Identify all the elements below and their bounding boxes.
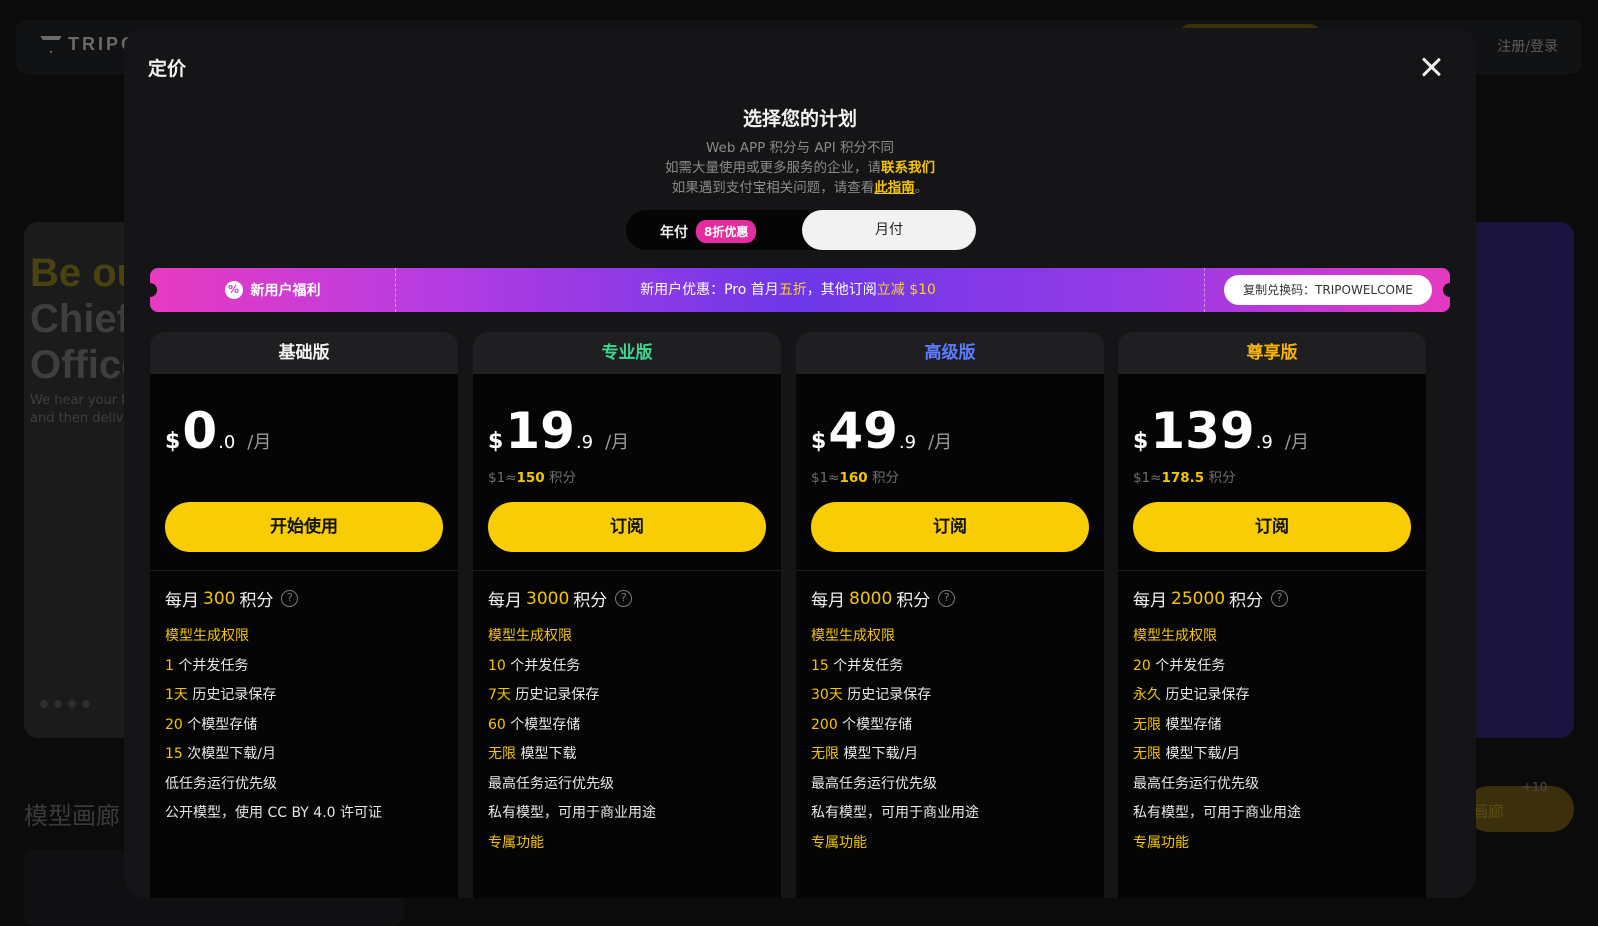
monthly-credits: 每月 3000 积分?	[488, 586, 633, 611]
feature-item: 最高任务运行优先级	[811, 775, 937, 792]
exclusive-features: 专属功能	[811, 835, 867, 851]
feature-item: 无限 模型下载/月	[811, 746, 919, 762]
new-user-benefit: % 新用户福利	[150, 268, 396, 312]
subscribe-button[interactable]: 订阅	[811, 502, 1089, 552]
credit-rate: $1≈160 积分	[811, 470, 899, 486]
hero-subtitle: We hear your fe and then delive	[30, 393, 134, 426]
feature-item: 20 个模型存储	[165, 716, 258, 733]
help-icon[interactable]: ?	[281, 590, 299, 607]
plan-cards: 基础版 $0.0/月开始使用每月 300 积分? 模型生成权限 1 个并发任务 1天 历史记…	[150, 332, 1450, 898]
feature-item: 私有模型，可用于商业用途	[811, 805, 979, 821]
gallery-button[interactable]: 画廊	[1466, 786, 1574, 832]
feature-item: 1 个并发任务	[165, 657, 249, 674]
feature-item: 私有模型，可用于商业用途	[488, 805, 656, 821]
yearly-option[interactable]: 年付 8折优惠	[660, 220, 757, 243]
copy-code-button[interactable]: 复制兑换码：TRIPOWELCOME	[1224, 275, 1432, 305]
feature-list: 模型生成权限 15 个并发任务 30天 历史记录保存 200 个模型存储 无限 模型下载…	[811, 622, 979, 829]
feature-item: 最高任务运行优先级	[488, 775, 614, 792]
plan-card-pro: 专业版 $19.9/月 $1≈150 积分订阅每月 3000 积分? 模型生成权限 10 个…	[473, 332, 781, 898]
plan-heading: 选择您的计划	[742, 108, 857, 130]
feature-list: 模型生成权限 10 个并发任务 7天 历史记录保存 60 个模型存储 无限 模型下载最高…	[488, 622, 656, 829]
pricing-modal: 定价 选择您的计划 Web APP 积分与 API 积分不同 如需大量使用或更多…	[124, 28, 1476, 898]
carousel-dots[interactable]	[40, 700, 90, 708]
help-icon[interactable]: ?	[615, 590, 633, 607]
subscribe-button[interactable]: 订阅	[488, 502, 766, 552]
plan-card-basic: 基础版 $0.0/月开始使用每月 300 积分? 模型生成权限 1 个并发任务 1天 历史记…	[150, 332, 458, 898]
plan-price: $19.9/月	[488, 402, 630, 460]
exclusive-features: 专属功能	[1133, 835, 1189, 851]
feature-item: 15 次模型下载/月	[165, 746, 276, 762]
feature-item: 10 个并发任务	[488, 657, 581, 674]
feature-item: 永久 历史记录保存	[1133, 687, 1250, 703]
plan-card-advanced: 高级版 $49.9/月 $1≈160 积分订阅每月 8000 积分? 模型生成权限 15 个…	[796, 332, 1104, 898]
feature-item: 模型生成权限	[488, 628, 572, 644]
feature-item: 模型生成权限	[811, 628, 895, 644]
plan-price: $0.0/月	[165, 402, 272, 460]
feature-item: 最高任务运行优先级	[1133, 775, 1259, 792]
alipay-note: 如果遇到支付宝相关问题，请查看此指南。	[671, 180, 929, 196]
feature-item: 1天 历史记录保存	[165, 687, 277, 703]
feature-item: 模型生成权限	[165, 628, 249, 644]
subscribe-button[interactable]: 开始使用	[165, 502, 443, 552]
billing-toggle[interactable]: 年付 8折优惠 月付	[626, 210, 976, 250]
divider	[473, 570, 781, 571]
gallery-plus-badge: +10	[1522, 780, 1548, 794]
credit-rate: $1≈178.5 积分	[1133, 470, 1236, 486]
divider	[150, 570, 458, 571]
modal-title: 定价	[148, 58, 187, 80]
enterprise-note: 如需大量使用或更多服务的企业，请联系我们	[665, 160, 935, 176]
feature-item: 30天 历史记录保存	[811, 687, 932, 703]
divider	[1118, 570, 1426, 571]
subscribe-button[interactable]: 订阅	[1133, 502, 1411, 552]
plan-price: $139.9/月	[1133, 402, 1309, 460]
plan-price: $49.9/月	[811, 402, 953, 460]
plan-name: 尊享版	[1118, 332, 1426, 374]
feature-item: 60 个模型存储	[488, 716, 581, 733]
feature-item: 模型生成权限	[1133, 628, 1217, 644]
feature-item: 低任务运行优先级	[165, 775, 277, 792]
discount-badge: 8折优惠	[696, 220, 757, 243]
feature-item: 无限 模型下载/月	[1133, 746, 1241, 762]
gallery-title: 模型画廊	[24, 802, 120, 830]
help-icon[interactable]: ?	[938, 590, 956, 607]
feature-list: 模型生成权限 20 个并发任务永久 历史记录保存 无限 模型存储无限 模型下载/月最…	[1133, 622, 1301, 829]
exclusive-features: 专属功能	[488, 835, 544, 851]
feature-list: 模型生成权限 1 个并发任务 1天 历史记录保存 20 个模型存储 15 次模型下载/月…	[165, 622, 382, 829]
contact-us-link[interactable]: 联系我们	[881, 160, 935, 176]
feature-item: 200 个模型存储	[811, 716, 913, 733]
plan-name: 专业版	[473, 332, 781, 374]
divider	[796, 570, 1104, 571]
feature-item: 无限 模型下载	[488, 746, 577, 762]
promo-banner: % 新用户福利 新用户优惠：Pro 首月五折，其他订阅立减 $10 复制兑换码：…	[143, 268, 1457, 312]
feature-item: 无限 模型存储	[1133, 716, 1222, 733]
plan-name: 基础版	[150, 332, 458, 374]
plan-card-premium: 尊享版 $139.9/月 $1≈178.5 积分订阅每月 25000 积分? 模型生成权限…	[1118, 332, 1426, 898]
help-icon[interactable]: ?	[1271, 590, 1289, 607]
feature-item: 15 个并发任务	[811, 657, 904, 674]
credit-rate: $1≈150 积分	[488, 470, 576, 486]
credits-note: Web APP 积分与 API 积分不同	[706, 140, 894, 156]
monthly-credits: 每月 8000 积分?	[811, 586, 956, 611]
promo-text: 新用户优惠：Pro 首月五折，其他订阅立减 $10	[640, 282, 936, 298]
close-icon[interactable]	[1420, 56, 1442, 78]
feature-item: 20 个并发任务	[1133, 657, 1226, 674]
discount-icon: %	[224, 281, 243, 299]
monthly-credits: 每月 25000 积分?	[1133, 586, 1289, 611]
login-link[interactable]: 注册/登录	[1497, 36, 1558, 56]
feature-item: 7天 历史记录保存	[488, 687, 600, 703]
feature-item: 私有模型，可用于商业用途	[1133, 805, 1301, 821]
guide-link[interactable]: 此指南	[874, 180, 915, 196]
logo-icon	[40, 35, 62, 54]
feature-item: 公开模型，使用 CC BY 4.0 许可证	[165, 805, 383, 821]
plan-name: 高级版	[796, 332, 1104, 374]
monthly-credits: 每月 300 积分?	[165, 586, 299, 611]
monthly-option[interactable]: 月付	[802, 210, 976, 250]
